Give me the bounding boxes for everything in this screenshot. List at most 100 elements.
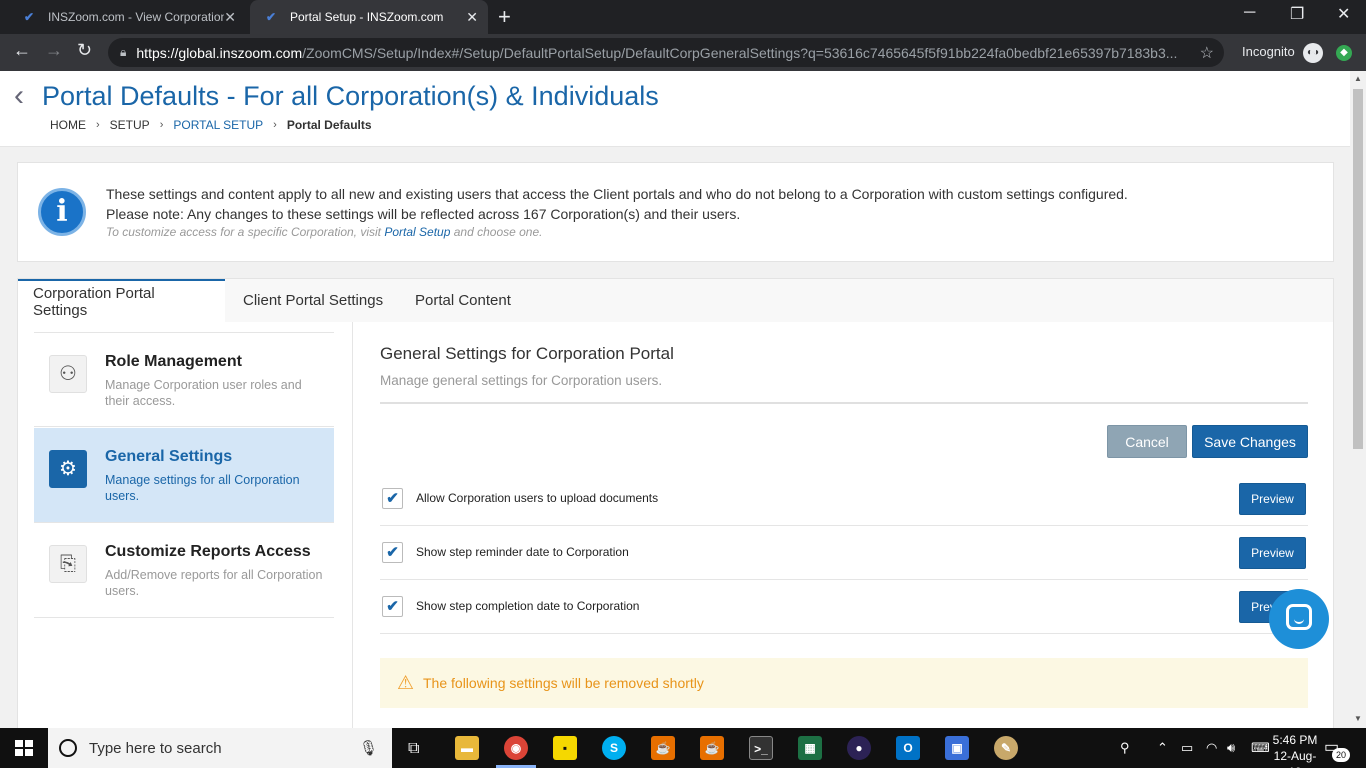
- incognito-icon[interactable]: ◐◑: [1303, 43, 1323, 63]
- browser-tab-bar: ✔ INSZoom.com - View Corporation ✕ ✔ Por…: [0, 0, 1366, 34]
- sidebar-item-general-settings[interactable]: ⚙ General Settings Manage settings for a…: [34, 428, 334, 523]
- spreadsheet-icon[interactable]: ▦: [798, 736, 822, 760]
- cortana-icon: [59, 739, 77, 757]
- page-header: ‹ Portal Defaults - For all Corporation(…: [0, 71, 1350, 147]
- clock-date: 12-Aug-19: [1273, 749, 1317, 779]
- breadcrumb-home[interactable]: HOME: [50, 118, 86, 132]
- system-clock[interactable]: 5:46 PM 12-Aug-19: [1270, 732, 1320, 780]
- scroll-up-icon[interactable]: ▲: [1354, 74, 1362, 83]
- info-text-line3: To customize access for a specific Corpo…: [106, 225, 542, 239]
- chat-launcher-button[interactable]: [1269, 589, 1329, 649]
- browser-tab-portal-setup[interactable]: ✔ Portal Setup - INSZoom.com ✕: [250, 0, 488, 34]
- portal-setup-link[interactable]: Portal Setup: [384, 225, 450, 239]
- panel-divider: [352, 322, 353, 728]
- breadcrumb-current: Portal Defaults: [286, 118, 372, 132]
- reload-icon[interactable]: ↻: [77, 40, 92, 61]
- star-icon[interactable]: ☆: [1200, 43, 1214, 63]
- lock-icon: 🔒︎: [120, 45, 127, 59]
- microphone-icon[interactable]: 🎙︎: [359, 739, 378, 757]
- browser-tab-title: Portal Setup - INSZoom.com: [290, 10, 444, 24]
- minimize-window-button[interactable]: ─: [1244, 4, 1255, 22]
- page-scrollbar[interactable]: ▲ ▼: [1350, 71, 1366, 728]
- breadcrumb-setup[interactable]: SETUP: [110, 118, 150, 132]
- chevron-up-icon[interactable]: ⌃: [1157, 740, 1168, 756]
- battery-icon[interactable]: ▭: [1181, 740, 1193, 756]
- windows-start-icon[interactable]: [15, 740, 33, 756]
- terminal-icon[interactable]: >_: [749, 736, 773, 760]
- volume-icon[interactable]: 🔊︎: [1227, 740, 1235, 756]
- task-view-icon[interactable]: ⧉: [408, 740, 419, 758]
- address-bar[interactable]: 🔒︎ https://global.inszoom.com/ZoomCMS/Se…: [108, 38, 1224, 67]
- wifi-icon[interactable]: ◠: [1206, 740, 1217, 756]
- preview-button[interactable]: Preview: [1239, 537, 1306, 569]
- chevron-right-icon: ›: [273, 119, 277, 131]
- save-changes-button[interactable]: Save Changes: [1192, 425, 1308, 458]
- url-path: /ZoomCMS/Setup/Index#/Setup/DefaultPorta…: [302, 44, 1178, 61]
- inszoom-favicon-icon: ✔: [24, 10, 35, 24]
- browser-tab-view-corporation[interactable]: ✔ INSZoom.com - View Corporation ✕: [8, 0, 246, 34]
- remote-desktop-icon[interactable]: ▣: [945, 736, 969, 760]
- deprecation-warning: ⚠ The following settings will be removed…: [380, 658, 1308, 708]
- scroll-down-icon[interactable]: ▼: [1354, 714, 1362, 723]
- settings-panel: Corporation Portal Settings Client Porta…: [17, 278, 1334, 728]
- chevron-right-icon: ›: [96, 119, 100, 131]
- close-window-button[interactable]: ✕: [1337, 4, 1350, 24]
- sidebar-item-role-management[interactable]: ⚇ Role Management Manage Corporation use…: [34, 332, 334, 427]
- arrow-left-icon[interactable]: ←: [13, 40, 31, 61]
- warning-text: The following settings will be removed s…: [423, 675, 704, 691]
- section-divider: [380, 402, 1308, 404]
- sidebar-item-title: Role Management: [105, 353, 242, 370]
- eclipse-icon[interactable]: ●: [847, 736, 871, 760]
- java-icon[interactable]: ☕: [651, 736, 675, 760]
- info-notice: i These settings and content apply to al…: [17, 162, 1334, 262]
- section-subtitle: Manage general settings for Corporation …: [380, 373, 663, 388]
- sidebar-item-title: Customize Reports Access: [105, 543, 311, 560]
- new-tab-button[interactable]: +: [498, 4, 511, 30]
- step-completion-date-checkbox[interactable]: ✔: [382, 596, 403, 617]
- people-icon[interactable]: ⚲: [1120, 740, 1130, 756]
- setting-row-step-reminder-date: ✔ Show step reminder date to Corporation…: [380, 526, 1308, 580]
- outlook-icon[interactable]: O: [896, 736, 920, 760]
- info-hint-prefix: To customize access for a specific Corpo…: [106, 225, 381, 239]
- section-title: General Settings for Corporation Portal: [380, 344, 674, 363]
- gear-icon: ⚙: [49, 450, 87, 488]
- preview-button[interactable]: Preview: [1239, 483, 1306, 515]
- skype-icon[interactable]: S: [602, 736, 626, 760]
- chrome-icon[interactable]: ◉: [504, 736, 528, 760]
- tab-client-portal-settings[interactable]: Client Portal Settings: [228, 279, 398, 322]
- tab-portal-content[interactable]: Portal Content: [400, 279, 526, 322]
- browser-toolbar: ← → ↻ 🔒︎ https://global.inszoom.com/Zoom…: [0, 34, 1366, 71]
- setting-row-upload-documents: ✔ Allow Corporation users to upload docu…: [380, 472, 1308, 526]
- extension-icon[interactable]: ◆: [1336, 45, 1352, 61]
- restore-window-button[interactable]: ❐: [1290, 4, 1304, 24]
- language-icon[interactable]: ⌨: [1251, 740, 1270, 756]
- arrow-right-icon[interactable]: →: [45, 40, 63, 61]
- setting-row-step-completion-date: ✔ Show step completion date to Corporati…: [380, 580, 1308, 634]
- clock-time: 5:46 PM: [1272, 733, 1318, 747]
- notification-count-badge: 20: [1332, 748, 1350, 762]
- breadcrumb-portal-setup[interactable]: PORTAL SETUP: [173, 118, 263, 132]
- incognito-label: Incognito: [1242, 44, 1295, 59]
- chevron-left-icon[interactable]: ‹: [14, 79, 24, 113]
- close-tab-icon[interactable]: ✕: [466, 9, 478, 26]
- user-role-icon: ⚇: [49, 355, 87, 393]
- cancel-button[interactable]: Cancel: [1107, 425, 1187, 458]
- report-icon: ⎘: [49, 545, 87, 583]
- settings-tabs: Corporation Portal Settings Client Porta…: [18, 279, 1333, 322]
- upload-documents-checkbox[interactable]: ✔: [382, 488, 403, 509]
- scrollbar-thumb[interactable]: [1353, 89, 1363, 449]
- setting-label: Allow Corporation users to upload docume…: [416, 491, 659, 505]
- page-title: Portal Defaults - For all Corporation(s)…: [42, 81, 659, 111]
- sidebar-item-customize-reports[interactable]: ⎘ Customize Reports Access Add/Remove re…: [34, 523, 334, 618]
- tab-corporation-portal-settings[interactable]: Corporation Portal Settings: [18, 279, 225, 322]
- close-tab-icon[interactable]: ✕: [224, 9, 236, 26]
- sticky-notes-icon[interactable]: ▪: [553, 736, 577, 760]
- java-app-icon[interactable]: ☕: [700, 736, 724, 760]
- chevron-right-icon: ›: [159, 119, 164, 131]
- step-reminder-date-checkbox[interactable]: ✔: [382, 542, 403, 563]
- file-explorer-icon[interactable]: ▬: [455, 736, 479, 760]
- taskbar-search-input[interactable]: Type here to search 🎙︎: [48, 728, 392, 768]
- sidebar-item-desc: Manage Corporation user roles and their …: [105, 378, 302, 408]
- paint-icon[interactable]: ✎: [994, 736, 1018, 760]
- sidebar-item-desc: Add/Remove reports for all Corporation u…: [105, 568, 323, 598]
